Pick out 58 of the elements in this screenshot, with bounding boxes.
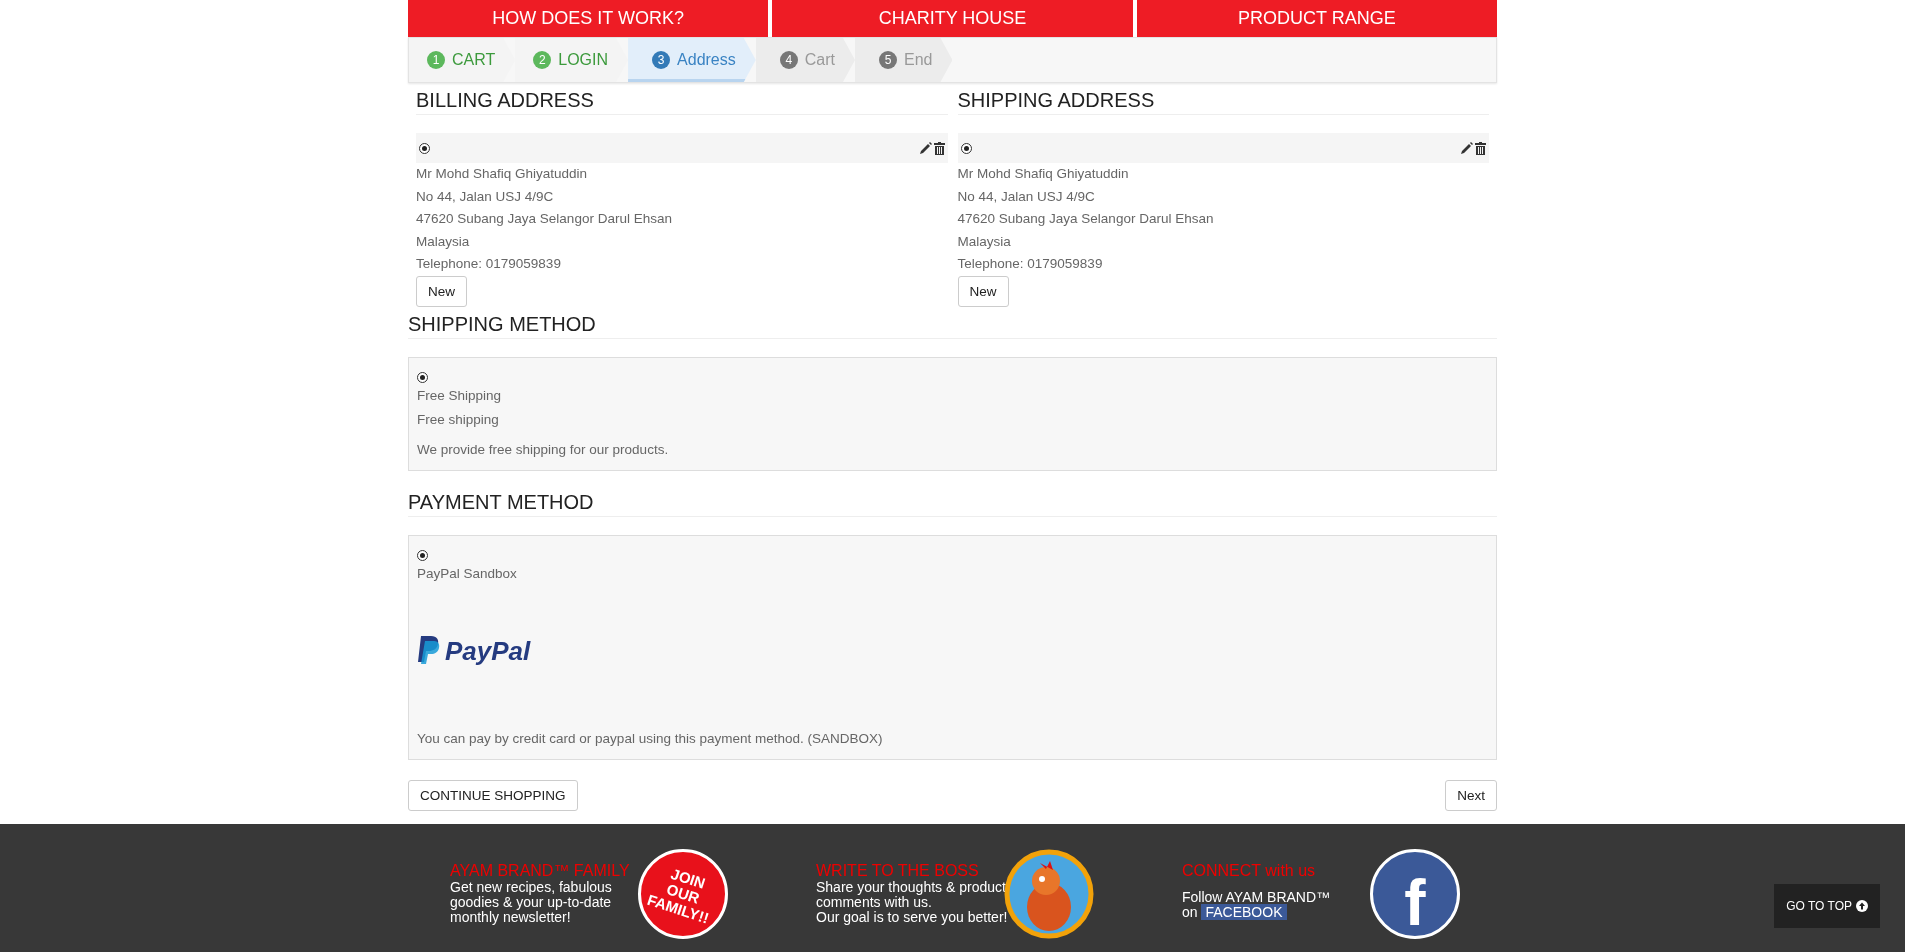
paypal-p-icon [417, 636, 441, 666]
section-heading: BILLING ADDRESS [416, 89, 948, 115]
section-heading: SHIPPING ADDRESS [957, 89, 1489, 115]
shipping-option: Free shipping [417, 407, 1488, 432]
facebook-link[interactable]: FACEBOOK [1201, 904, 1287, 920]
footer-text: Follow AYAM BRAND™ [1182, 890, 1332, 905]
continue-shopping-button[interactable]: CONTINUE SHOPPING [408, 779, 578, 811]
address-line: 47620 Subang Jaya Selangor Darul Ehsan [957, 210, 1215, 228]
rooster-sticker-icon[interactable] [1004, 849, 1094, 939]
footer-heading: AYAM BRAND™ FAMILY [450, 862, 631, 880]
address-line: Mr Mohd Shafiq Ghiyatuddin [416, 165, 589, 183]
shipping-name: Free Shipping [417, 386, 503, 405]
section-heading: PAYMENT METHOD [408, 490, 1497, 517]
checkout-step[interactable]: 3 Address [628, 38, 756, 82]
address-line: 47620 Subang Jaya Selangor Darul Ehsan [416, 210, 673, 228]
new-address-button[interactable]: New [957, 275, 1009, 307]
arrow-up-circle-icon [1856, 900, 1868, 912]
address-line: No 44, Jalan USJ 4/9C [957, 187, 1096, 206]
nav-tab[interactable]: CHARITY HOUSE [772, 0, 1133, 37]
footer-heading: WRITE TO THE BOSS [816, 862, 980, 880]
footer-text: goodies & your up-to-date [450, 895, 613, 910]
go-to-top-button[interactable]: GO TO TOP [1774, 884, 1880, 928]
payment-description: You can pay by credit card or paypal using this payment method. (SANDBOX) [417, 729, 884, 748]
trash-icon[interactable] [1475, 141, 1486, 155]
step-number: 1 [427, 51, 445, 69]
address-line: Malaysia [957, 232, 1012, 251]
payment-name: PayPal Sandbox [417, 564, 518, 583]
radio-button[interactable] [417, 549, 428, 561]
f-logo-sticker[interactable]: f [1370, 849, 1460, 939]
footer-text: Get new recipes, fabulous [450, 880, 613, 895]
address-line: Mr Mohd Shafiq Ghiyatuddin [957, 165, 1130, 183]
checkout-step[interactable]: 5 End [855, 38, 953, 82]
section-heading: SHIPPING METHOD [408, 312, 1497, 339]
checkout-step[interactable]: 4 Cart [755, 38, 855, 82]
address-line: Telephone: 0179059839 [416, 255, 562, 273]
shipping-description: We provide free shipping for our products. [417, 440, 670, 459]
pencil-icon[interactable] [1460, 141, 1473, 155]
radio-button[interactable] [417, 371, 428, 383]
step-number: 2 [533, 51, 552, 69]
address-line: No 44, Jalan USJ 4/9C [416, 187, 555, 206]
paypal-logo-text: PayPal [445, 635, 531, 667]
pencil-icon[interactable] [918, 141, 932, 155]
next-button[interactable]: Next [1445, 779, 1497, 811]
footer-heading: CONNECT with us [1182, 862, 1317, 880]
new-address-button[interactable]: New [416, 275, 467, 307]
step-number: 3 [652, 51, 671, 69]
radio-button[interactable] [960, 142, 972, 154]
radio-button[interactable] [419, 142, 430, 154]
address-line: Malaysia [416, 232, 471, 251]
footer-text: on [1182, 904, 1198, 920]
footer-text: monthly newsletter! [450, 910, 571, 925]
address-line: Telephone: 0179059839 [957, 255, 1104, 273]
trash-icon[interactable] [933, 141, 945, 155]
step-number: 5 [879, 51, 897, 69]
nav-tab[interactable]: PRODUCT RANGE [1136, 0, 1497, 37]
step-number: 4 [779, 51, 798, 69]
nav-tab[interactable]: HOW DOES IT WORK? [408, 0, 769, 37]
footer-text: comments with us. [816, 895, 932, 910]
